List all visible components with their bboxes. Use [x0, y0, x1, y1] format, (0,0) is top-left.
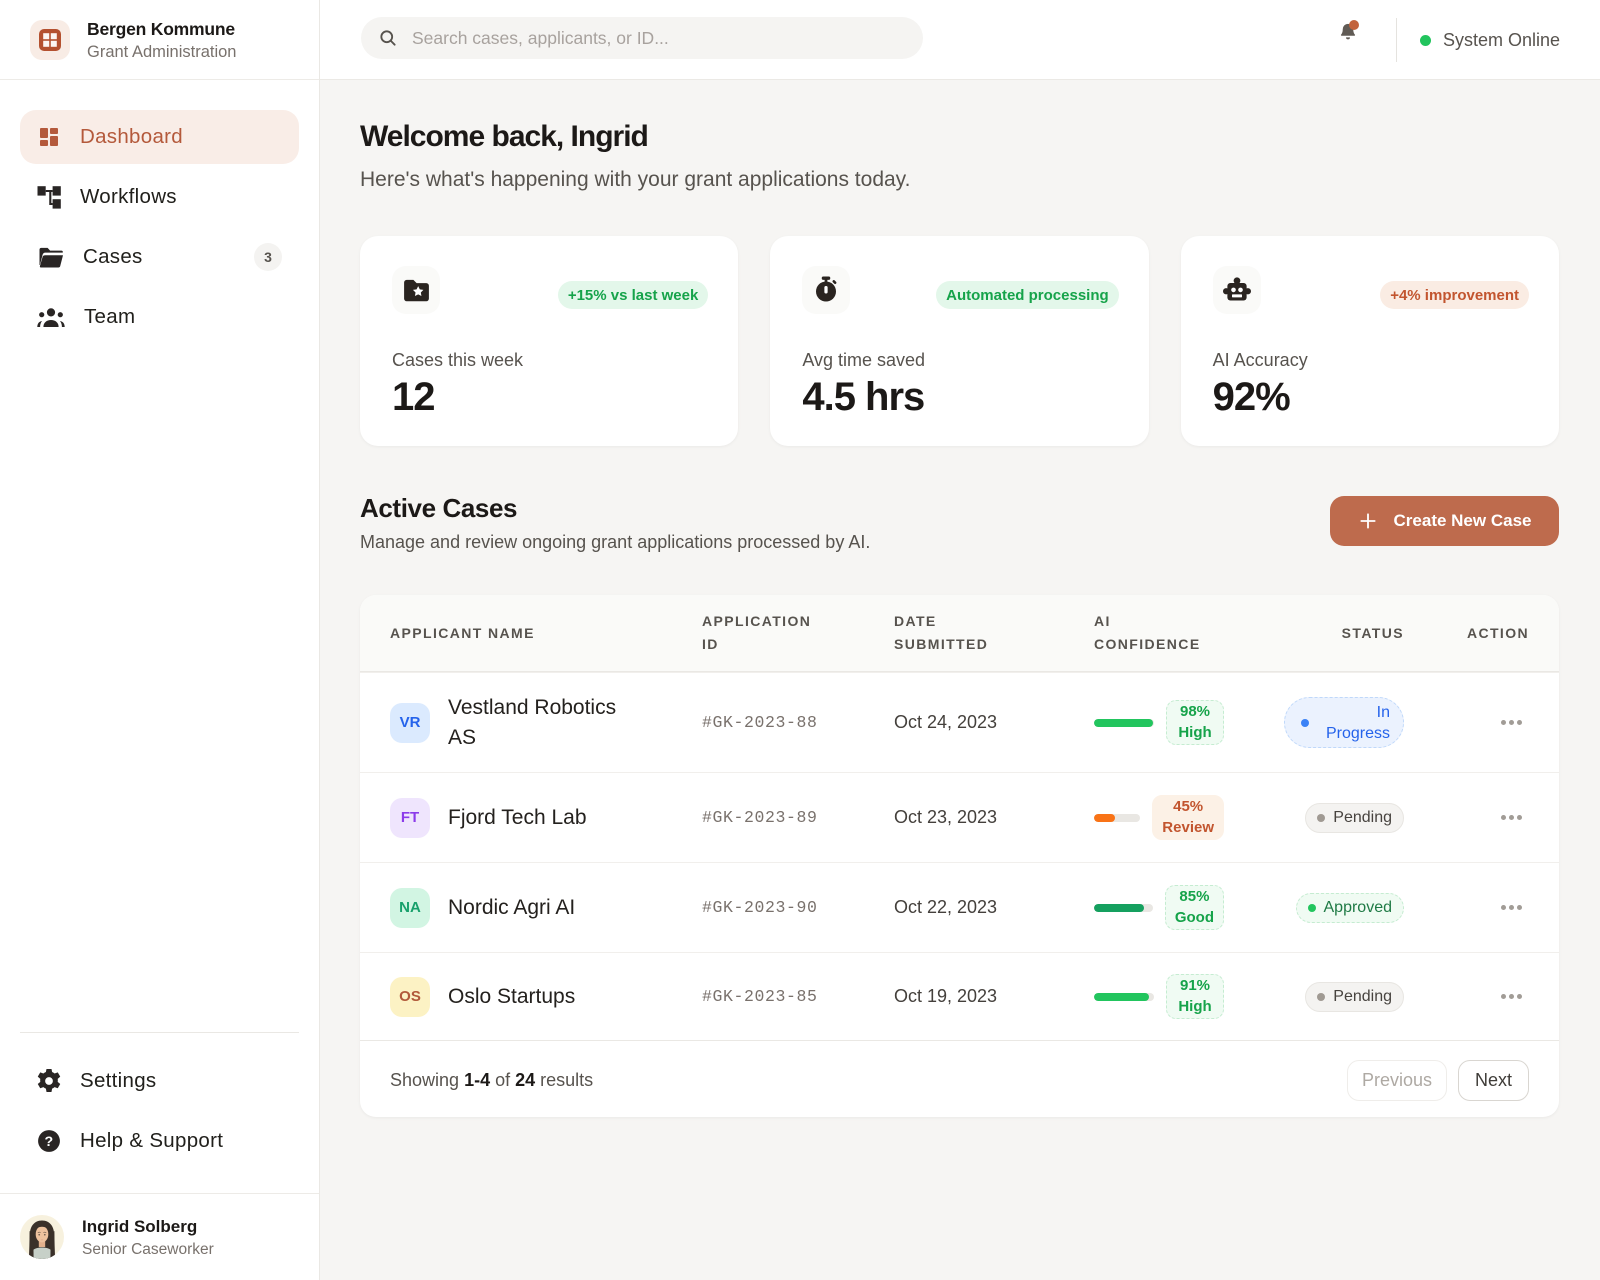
svg-text:?: ? [45, 1134, 54, 1150]
